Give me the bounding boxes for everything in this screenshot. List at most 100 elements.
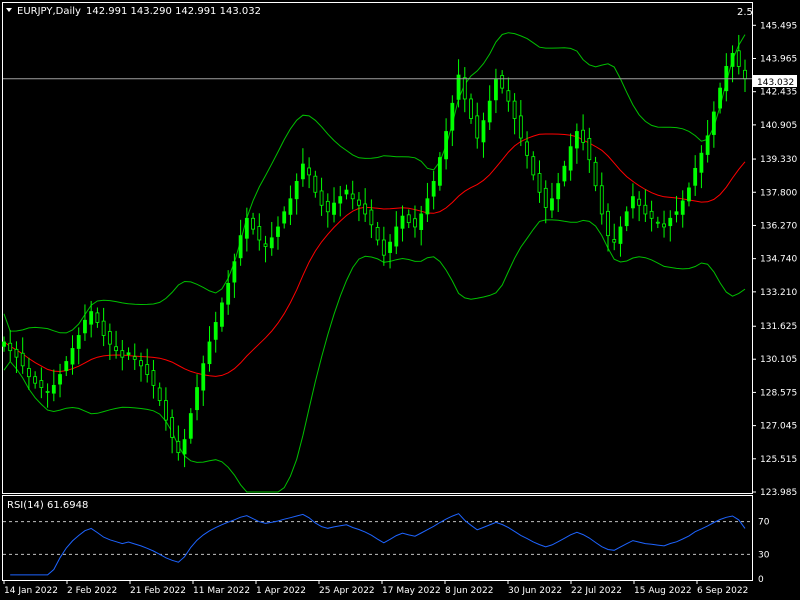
chart[interactable]: EURJPY,Daily 142.991 143.290 142.991 143… <box>0 0 800 600</box>
candle-body <box>338 196 343 204</box>
candle-body <box>606 210 610 237</box>
price-tick-label: 137.800 <box>760 188 797 198</box>
candle-body <box>518 115 523 139</box>
candle-body <box>83 319 87 334</box>
price-tick-label: 131.625 <box>760 322 797 332</box>
candle-body <box>425 198 430 215</box>
price-tick-label: 139.330 <box>760 155 797 165</box>
time-tick-label: 21 Feb 2022 <box>130 586 186 596</box>
symbol-info: EURJPY,Daily <box>17 6 81 17</box>
rsi-tick-label: 30 <box>758 550 770 560</box>
candle-body <box>406 214 411 224</box>
time-tick-label: 6 Sep 2022 <box>697 586 748 596</box>
price-tick-label: 134.740 <box>760 255 797 265</box>
candle-body <box>39 380 44 388</box>
candle-body <box>207 341 212 365</box>
candle-body <box>662 223 666 228</box>
rsi-indicator: 70 30 0 <box>3 513 770 585</box>
candle-body <box>269 237 274 249</box>
candle-body <box>637 198 642 206</box>
candle-body <box>114 346 118 352</box>
candle-body <box>89 311 94 325</box>
time-tick-label: 25 Apr 2022 <box>319 586 375 596</box>
candle-body <box>257 226 262 241</box>
bollinger-upper <box>3 32 746 334</box>
price-tick-label: 142.435 <box>760 88 797 98</box>
candle-body <box>450 102 455 131</box>
candle-body <box>693 167 698 186</box>
rsi-label: RSI(14) 61.6948 <box>7 500 88 511</box>
candle-body <box>120 350 125 358</box>
candle-body <box>58 374 62 385</box>
candle-body <box>494 79 498 101</box>
candle-body <box>151 370 156 386</box>
candle-body <box>95 312 100 323</box>
price-tick-label: 143.965 <box>760 54 797 64</box>
main-chart-frame <box>2 2 753 494</box>
rsi-line <box>10 513 746 576</box>
candle-body <box>537 173 542 193</box>
bollinger-bands <box>3 32 746 493</box>
candle-body <box>687 187 691 202</box>
candle-body <box>743 69 747 80</box>
candle-body <box>736 50 741 67</box>
candle-body <box>381 239 386 256</box>
candle-body <box>14 348 19 358</box>
candle-body <box>475 115 480 139</box>
candle-body <box>581 129 586 143</box>
candle-body <box>163 400 168 421</box>
moving-average <box>3 133 746 377</box>
candle-body <box>300 163 305 180</box>
candle-body <box>649 210 654 219</box>
price-tick-label: 127.045 <box>760 422 797 432</box>
candle-body <box>587 138 592 161</box>
ohlc-values: 142.991 143.290 142.991 143.032 <box>86 6 261 17</box>
candle-body <box>2 341 6 347</box>
candle-body <box>51 384 56 394</box>
candle-body <box>487 100 492 123</box>
candle-body <box>33 376 38 384</box>
time-tick-label: 1 Apr 2022 <box>256 586 306 596</box>
zoom-label: 2.5 <box>737 7 753 18</box>
candle-body <box>76 335 81 349</box>
candle-body <box>201 363 206 391</box>
candle-body <box>512 100 517 119</box>
candle-body <box>437 157 442 186</box>
candle-body <box>413 218 417 228</box>
candle-body <box>462 77 467 100</box>
candle-body <box>624 211 629 227</box>
rsi-tick-label: 70 <box>758 518 770 528</box>
time-tick-label: 2 Feb 2022 <box>67 586 117 596</box>
candle-body <box>655 221 660 224</box>
dropdown-triangle-icon[interactable] <box>6 8 12 12</box>
candle-body <box>213 322 218 340</box>
candle-body <box>612 239 617 243</box>
bollinger-lower <box>3 219 746 493</box>
candle-body <box>8 342 13 352</box>
candle-body <box>263 243 268 247</box>
time-axis: 14 Jan 2022 2 Feb 2022 21 Feb 2022 11 Mar 2… <box>3 580 748 596</box>
candle-body <box>718 87 722 109</box>
time-tick-label: 17 May 2022 <box>382 586 441 596</box>
candle-body <box>332 202 336 215</box>
rsi-tick-label: 0 <box>758 575 764 585</box>
time-tick-label: 15 Aug 2022 <box>634 586 692 596</box>
candle-body <box>550 198 554 211</box>
moving-average-line <box>3 133 746 377</box>
candle-body <box>251 217 255 230</box>
candle-body <box>220 302 224 327</box>
candle-body <box>101 320 106 336</box>
candle-body <box>369 209 374 226</box>
candle-body <box>27 368 31 378</box>
price-tick-label: 133.210 <box>760 288 797 298</box>
candle-body <box>64 361 69 372</box>
price-tick-label: 136.270 <box>760 221 797 231</box>
candle-body <box>145 364 150 375</box>
candle-body <box>244 217 249 239</box>
price-tick-label: 123.985 <box>760 488 797 498</box>
price-tick-label: 128.575 <box>760 388 797 398</box>
candle-body <box>107 331 112 345</box>
candle-body <box>543 187 548 208</box>
candle-body <box>226 282 231 305</box>
candle-body <box>469 98 473 119</box>
